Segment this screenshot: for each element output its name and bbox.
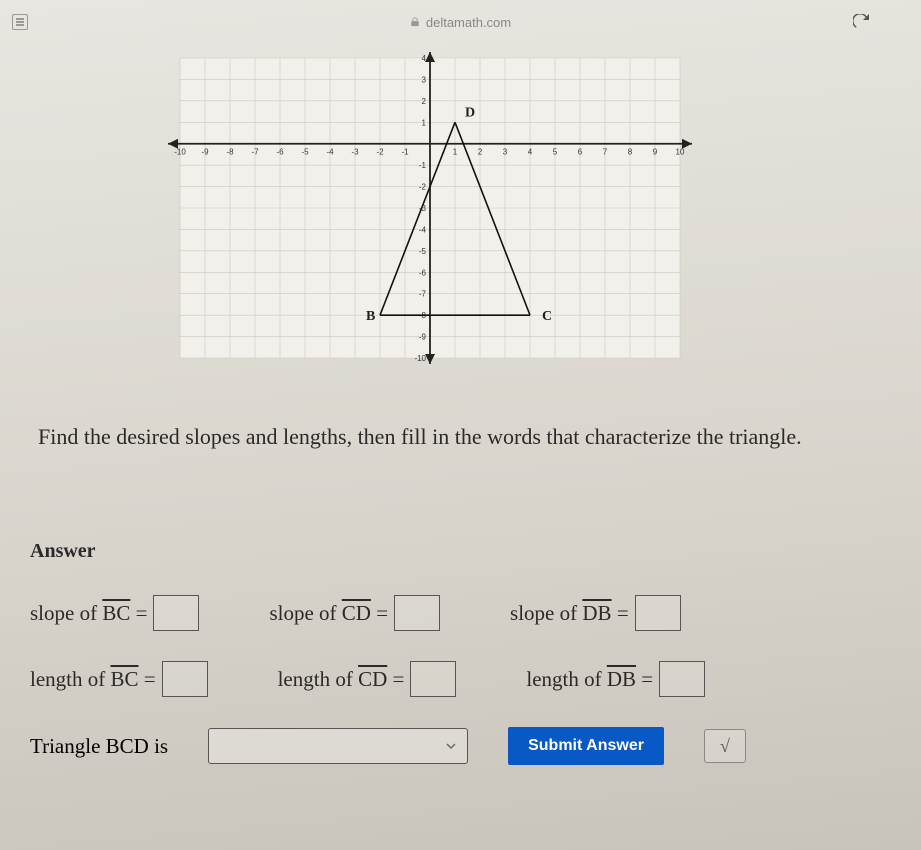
sqrt-icon: √ [720,736,730,757]
length-cd-input[interactable] [410,661,456,697]
answer-section: Answer slope of BC = slope of CD = slope… [30,540,911,765]
slope-bc-label: slope of BC = [30,601,147,626]
svg-text:-7: -7 [251,148,259,157]
svg-text:-7: -7 [419,290,427,299]
svg-text:-3: -3 [351,148,359,157]
svg-text:-8: -8 [226,148,234,157]
triangle-classify-select[interactable] [208,728,468,764]
reload-icon[interactable] [853,14,869,30]
answer-heading: Answer [30,540,911,563]
triangle-classify-label: Triangle BCD is [30,734,168,759]
url-text: deltamath.com [426,15,511,30]
svg-text:-4: -4 [326,148,334,157]
slope-db-field: slope of DB = [510,595,681,631]
svg-text:-1: -1 [401,148,409,157]
svg-text:-10: -10 [414,354,426,363]
coordinate-graph: -10-9-8-7-6-5-4-3-2-112345678910-10-9-8-… [160,48,700,368]
svg-text:3: 3 [503,148,508,157]
svg-text:-4: -4 [419,225,427,234]
svg-text:-10: -10 [174,148,186,157]
svg-text:8: 8 [628,148,633,157]
svg-text:C: C [542,309,552,324]
svg-text:9: 9 [653,148,658,157]
length-cd-label: length of CD = [278,667,405,692]
slopes-row: slope of BC = slope of CD = slope of DB … [30,595,911,631]
svg-text:7: 7 [603,148,608,157]
slope-bc-field: slope of BC = [30,595,199,631]
svg-text:6: 6 [578,148,583,157]
length-db-label: length of DB = [526,667,653,692]
slope-cd-label: slope of CD = [269,601,388,626]
slope-bc-input[interactable] [153,595,199,631]
svg-text:2: 2 [422,97,427,106]
length-db-input[interactable] [659,661,705,697]
svg-text:5: 5 [553,148,558,157]
svg-text:-9: -9 [201,148,209,157]
svg-text:-5: -5 [419,247,427,256]
svg-text:1: 1 [422,118,427,127]
classify-row: Triangle BCD is Submit Answer √ [30,727,911,765]
length-db-field: length of DB = [526,661,705,697]
tabs-icon[interactable] [12,14,28,30]
svg-text:-2: -2 [376,148,384,157]
lengths-row: length of BC = length of CD = length of … [30,661,911,697]
svg-text:-6: -6 [419,268,427,277]
question-prompt: Find the desired slopes and lengths, the… [38,422,901,452]
submit-answer-button[interactable]: Submit Answer [508,727,664,765]
browser-url-bar: deltamath.com [0,8,921,36]
svg-text:4: 4 [422,54,427,63]
slope-db-input[interactable] [635,595,681,631]
svg-text:10: 10 [676,148,685,157]
length-bc-input[interactable] [162,661,208,697]
length-bc-field: length of BC = [30,661,208,697]
svg-text:-5: -5 [301,148,309,157]
svg-text:-1: -1 [419,161,427,170]
slope-cd-field: slope of CD = [269,595,440,631]
svg-text:B: B [366,309,375,324]
sqrt-button[interactable]: √ [704,729,746,763]
svg-text:-9: -9 [419,333,427,342]
svg-text:1: 1 [453,148,458,157]
length-cd-field: length of CD = [278,661,457,697]
slope-cd-input[interactable] [394,595,440,631]
svg-text:3: 3 [422,75,427,84]
slope-db-label: slope of DB = [510,601,629,626]
lock-icon [410,17,420,27]
chevron-down-icon [445,740,457,752]
svg-text:-2: -2 [419,183,427,192]
svg-text:-6: -6 [276,148,284,157]
svg-text:2: 2 [478,148,483,157]
svg-text:D: D [465,105,475,120]
length-bc-label: length of BC = [30,667,156,692]
svg-text:4: 4 [528,148,533,157]
